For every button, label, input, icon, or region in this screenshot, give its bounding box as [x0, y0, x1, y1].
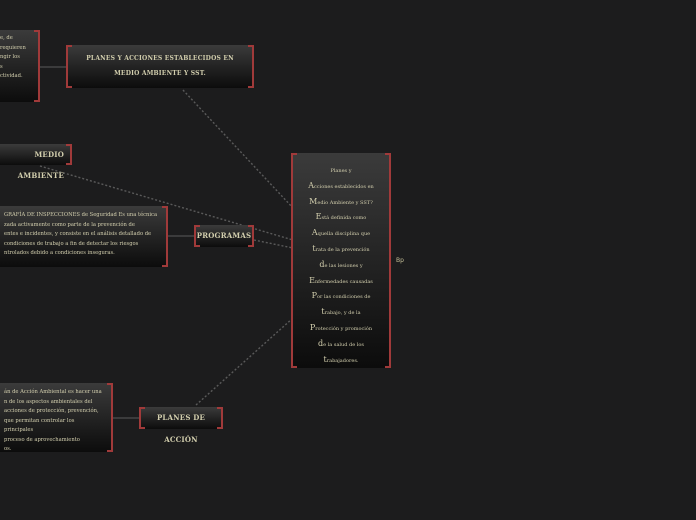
- planes-accion-node[interactable]: PLANES DE ACCIÓN: [139, 407, 223, 444]
- plan-accion-text: án de Acción Ambiental es hacer una n de…: [4, 389, 102, 452]
- top-left-text-node[interactable]: e, de requieren ngir los s ctividad.: [0, 30, 40, 102]
- plan-accion-text-node[interactable]: án de Acción Ambiental es hacer una n de…: [0, 383, 113, 452]
- programas-node[interactable]: PROGRAMAS: [194, 225, 254, 247]
- medio-ambiente-node[interactable]: MEDIO AMBIENTE: [0, 144, 72, 180]
- programas-text-node[interactable]: GRAFÍA DE INSPECCIONES de Seguridad Es u…: [0, 206, 168, 267]
- programas-text: GRAFÍA DE INSPECCIONES de Seguridad Es u…: [4, 212, 158, 256]
- planes-accion-label: PLANES DE ACCIÓN: [156, 413, 206, 444]
- planes-acciones-label: PLANES Y ACCIONES ESTABLECIDOS EN MEDIO …: [86, 55, 234, 77]
- central-topic-text: Planes y Acciones establecidos en Medio …: [308, 168, 374, 364]
- medio-ambiente-label: MEDIO AMBIENTE: [17, 150, 64, 180]
- programas-label: PROGRAMAS: [196, 231, 252, 240]
- side-tag: Bp: [396, 257, 404, 264]
- connector-planes-accion: [195, 317, 294, 406]
- connector-programas: [253, 239, 294, 249]
- connector-planes-acciones: [182, 89, 294, 209]
- planes-acciones-node[interactable]: PLANES Y ACCIONES ESTABLECIDOS EN MEDIO …: [66, 45, 254, 88]
- central-topic-node[interactable]: Planes y Acciones establecidos en Medio …: [291, 153, 391, 368]
- top-left-text: e, de requieren ngir los s ctividad.: [0, 35, 26, 79]
